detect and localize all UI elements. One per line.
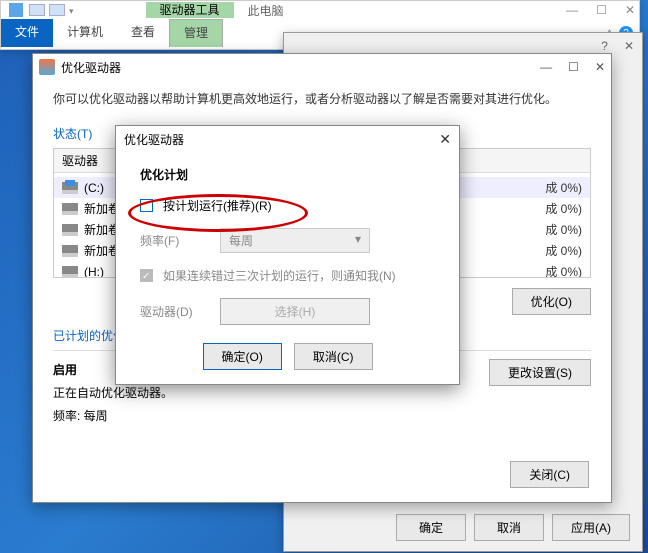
dialog-title: 优化驱动器	[124, 131, 184, 148]
drive-name: (H:)	[84, 265, 104, 279]
cancel-button[interactable]: 取消	[474, 514, 544, 541]
drives-label: 驱动器(D)	[140, 303, 210, 320]
tab-computer[interactable]: 计算机	[53, 19, 117, 47]
location-text: 此电脑	[248, 2, 284, 19]
qat-properties-icon[interactable]	[29, 4, 45, 16]
qat-paste-icon[interactable]	[49, 4, 65, 16]
minimize-icon[interactable]: —	[566, 3, 578, 17]
minimize-icon[interactable]: —	[540, 60, 552, 74]
tab-file[interactable]: 文件	[1, 19, 53, 47]
close-icon[interactable]: ✕	[624, 39, 634, 53]
drive-status: 成 0%)	[545, 221, 582, 238]
optimize-drives-icon	[39, 59, 55, 75]
drive-status: 成 0%)	[545, 242, 582, 259]
optimize-button[interactable]: 优化(O)	[512, 288, 591, 315]
monitor-icon	[9, 3, 23, 17]
close-icon[interactable]: ✕	[439, 131, 451, 148]
close-icon[interactable]: ✕	[625, 3, 635, 17]
tab-manage[interactable]: 管理	[169, 19, 223, 47]
close-button[interactable]: 关闭(C)	[510, 461, 589, 488]
ok-button[interactable]: 确定(O)	[203, 343, 282, 370]
explorer-titlebar: 驱动器工具 此电脑 — ☐ ✕	[1, 1, 639, 19]
notify-checkbox	[140, 269, 153, 282]
notify-label: 如果连续错过三次计划的运行，则通知我(N)	[163, 267, 396, 284]
schedule-settings-dialog: 优化驱动器 ✕ 优化计划 按计划运行(推荐)(R) 频率(F) 每周 ▾ 如果连…	[115, 125, 460, 385]
ok-button[interactable]: 确定	[396, 514, 466, 541]
schedule-heading: 优化计划	[140, 166, 435, 183]
schedule-desc: 正在自动优化驱动器。	[53, 382, 173, 405]
drive-name: (C:)	[84, 181, 104, 195]
description-text: 你可以优化驱动器以帮助计算机更高效地运行，或者分析驱动器以了解是否需要对其进行优…	[53, 90, 591, 107]
change-settings-button[interactable]: 更改设置(S)	[489, 359, 591, 386]
run-on-schedule-label: 按计划运行(推荐)(R)	[163, 197, 272, 214]
drive-status: 成 0%)	[545, 179, 582, 196]
maximize-icon[interactable]: ☐	[568, 60, 579, 74]
drive-icon	[62, 224, 78, 236]
drive-icon	[62, 245, 78, 257]
drive-icon	[62, 203, 78, 215]
chevron-down-icon: ▾	[355, 232, 361, 249]
tab-view[interactable]: 查看	[117, 19, 169, 47]
frequency-label: 频率(F)	[140, 232, 210, 249]
run-on-schedule-checkbox[interactable]	[140, 199, 153, 212]
cancel-button[interactable]: 取消(C)	[294, 343, 373, 370]
maximize-icon[interactable]: ☐	[596, 3, 607, 17]
frequency-combobox[interactable]: 每周 ▾	[220, 228, 370, 253]
drive-icon	[62, 266, 78, 278]
choose-drives-button: 选择(H)	[220, 298, 370, 325]
drive-icon	[62, 182, 78, 194]
contextual-group-drive-tools: 驱动器工具	[146, 2, 234, 18]
qat-customize-icon[interactable]	[69, 3, 74, 17]
drive-status: 成 0%)	[545, 263, 582, 278]
frequency-value: 每周	[229, 232, 253, 249]
help-icon[interactable]: ?	[601, 39, 608, 53]
schedule-freq: 频率: 每周	[53, 405, 173, 428]
drive-status: 成 0%)	[545, 200, 582, 217]
close-icon[interactable]: ✕	[595, 60, 605, 74]
window-title: 优化驱动器	[61, 59, 121, 76]
apply-button[interactable]: 应用(A)	[552, 514, 630, 541]
